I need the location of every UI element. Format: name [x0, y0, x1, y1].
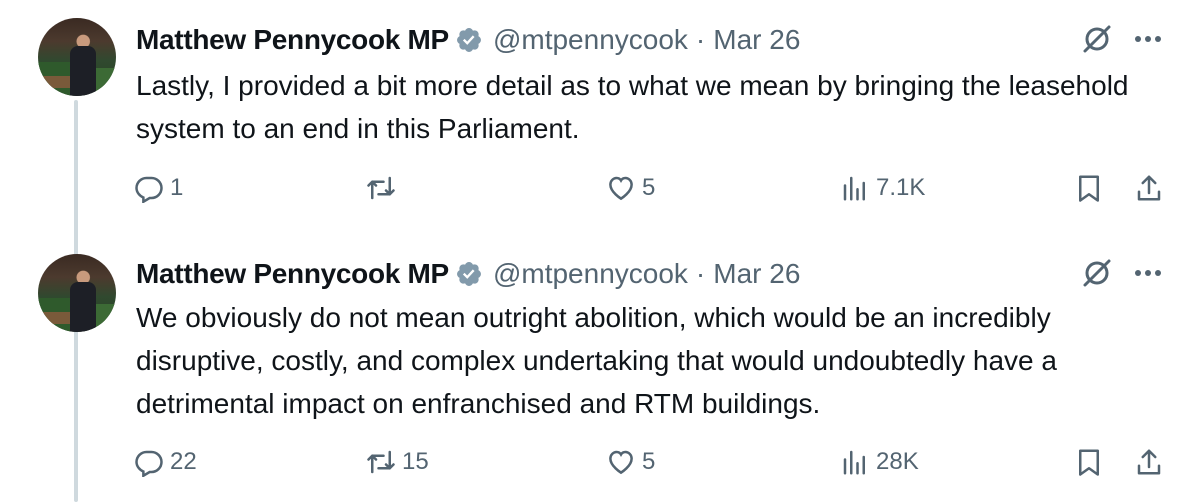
- like-count: 5: [642, 174, 656, 201]
- share-icon: [1137, 449, 1161, 475]
- author-name[interactable]: Matthew Pennycook MP: [136, 258, 449, 290]
- view-count: 28K: [876, 448, 919, 475]
- tweet-actions: 1 5 7.1K: [0, 170, 1188, 206]
- like-button[interactable]: 5: [606, 444, 655, 480]
- author-name[interactable]: Matthew Pennycook MP: [136, 24, 449, 56]
- views-button[interactable]: 7.1K: [840, 170, 925, 206]
- retweet-count: 15: [402, 448, 429, 475]
- views-icon: [843, 450, 865, 475]
- view-count: 7.1K: [876, 174, 926, 201]
- bookmark-icon: [1079, 449, 1099, 476]
- tweet-date[interactable]: Mar 26: [713, 24, 800, 56]
- avatar[interactable]: [38, 18, 116, 96]
- tweet[interactable]: Matthew Pennycook MP @mtpennycook · Mar …: [0, 0, 1188, 236]
- views-button[interactable]: 28K: [840, 444, 919, 480]
- verified-badge-icon[interactable]: [455, 260, 483, 288]
- bookmark-button[interactable]: [1074, 170, 1104, 206]
- share-button[interactable]: [1134, 170, 1164, 206]
- tweet-header: Matthew Pennycook MP @mtpennycook · Mar …: [136, 20, 800, 60]
- like-button[interactable]: 5: [606, 170, 655, 206]
- avatar[interactable]: [38, 254, 116, 332]
- separator-dot: ·: [695, 258, 706, 289]
- more-icon[interactable]: [1130, 24, 1166, 54]
- more-icon[interactable]: [1130, 258, 1166, 288]
- retweet-button[interactable]: 15: [366, 444, 429, 480]
- bookmark-icon: [1079, 175, 1099, 202]
- like-count: 5: [642, 448, 656, 475]
- grok-icon[interactable]: [1080, 256, 1114, 290]
- share-icon: [1137, 175, 1161, 201]
- tweet-text: Lastly, I provided a bit more detail as …: [136, 70, 1129, 144]
- tweet-actions: 22 15 5 28K: [0, 444, 1188, 480]
- grok-icon[interactable]: [1080, 22, 1114, 56]
- tweet-text: We obviously do not mean outright abolit…: [136, 302, 1057, 419]
- tweet-header: Matthew Pennycook MP @mtpennycook · Mar …: [136, 254, 800, 294]
- verified-badge-icon[interactable]: [455, 26, 483, 54]
- share-button[interactable]: [1134, 444, 1164, 480]
- retweet-icon: [367, 176, 395, 200]
- reply-icon: [135, 450, 163, 477]
- retweet-button[interactable]: [366, 170, 402, 206]
- separator-dot: ·: [695, 24, 706, 55]
- retweet-icon: [367, 450, 395, 474]
- tweet[interactable]: Matthew Pennycook MP @mtpennycook · Mar …: [0, 236, 1188, 502]
- author-handle[interactable]: @mtpennycook: [493, 258, 688, 290]
- like-icon: [609, 176, 633, 201]
- like-icon: [609, 450, 633, 475]
- bookmark-button[interactable]: [1074, 444, 1104, 480]
- author-handle[interactable]: @mtpennycook: [493, 24, 688, 56]
- reply-icon: [135, 176, 163, 203]
- reply-count: 22: [170, 448, 197, 475]
- reply-button[interactable]: 1: [134, 170, 183, 206]
- tweet-date[interactable]: Mar 26: [713, 258, 800, 290]
- views-icon: [843, 176, 865, 201]
- reply-count: 1: [170, 174, 184, 201]
- reply-button[interactable]: 22: [134, 444, 197, 480]
